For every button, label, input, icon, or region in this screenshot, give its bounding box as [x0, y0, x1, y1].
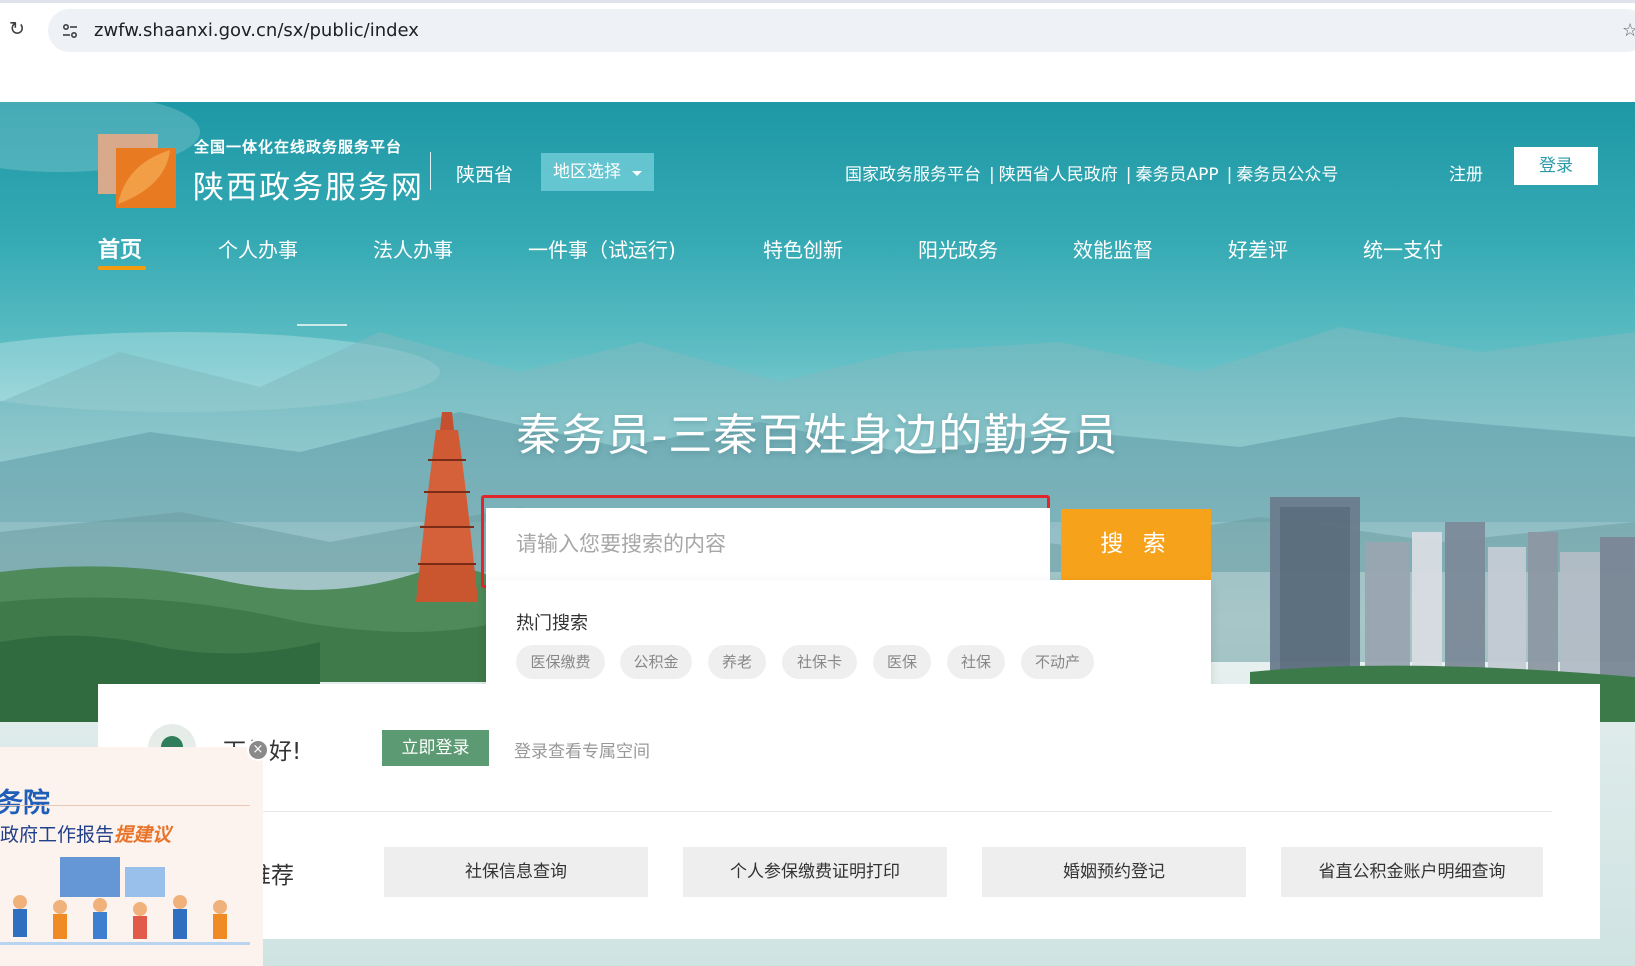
nav-home[interactable]: 首页 — [98, 232, 142, 264]
register-link[interactable]: 注册 — [1449, 160, 1483, 185]
hot-tag-pension[interactable]: 养老 — [708, 645, 766, 679]
hot-tag-social-security-card[interactable]: 社保卡 — [782, 645, 857, 679]
search-input[interactable] — [486, 508, 1050, 580]
browser-toolbar: ↻ zwfw.shaanxi.gov.cn/sx/public/index ☆ — [0, 0, 1635, 100]
login-now-button[interactable]: 立即登录 — [382, 730, 489, 766]
region-select-label: 地区选择 — [553, 162, 621, 182]
floating-ad-banner[interactable]: 务院 政府工作报告提建议 — [0, 747, 263, 966]
site-settings-icon[interactable] — [60, 21, 80, 41]
top-links: 国家政务服务平台 | 陕西省人民政府 | 秦务员APP | 秦务员公众号 — [845, 160, 1342, 185]
decorative-line — [297, 324, 347, 326]
login-button[interactable]: 登录 — [1514, 147, 1598, 185]
nav-sunshine-affairs[interactable]: 阳光政务 — [918, 234, 998, 263]
hot-tag-medical-insurance[interactable]: 医保 — [873, 645, 931, 679]
separator: | — [1125, 165, 1132, 185]
recommend-housing-fund-detail[interactable]: 省直公积金账户明细查询 — [1281, 847, 1543, 897]
hot-tag-medical-payment[interactable]: 医保缴费 — [516, 645, 605, 679]
separator: | — [1226, 165, 1233, 185]
ad-subtitle-highlight: 提建议 — [114, 824, 172, 846]
site-name[interactable]: 陕西政务服务网 — [193, 162, 424, 207]
nav-unified-payment[interactable]: 统一支付 — [1363, 234, 1443, 263]
tab-strip-edge — [0, 0, 1635, 3]
address-bar[interactable]: zwfw.shaanxi.gov.cn/sx/public/index — [48, 9, 1635, 52]
ad-subtitle: 政府工作报告提建议 — [0, 820, 171, 847]
separator: | — [989, 165, 995, 185]
header-divider — [430, 152, 431, 190]
bookmark-star-icon[interactable]: ☆ — [1622, 20, 1635, 41]
link-provincial-government[interactable]: 陕西省人民政府 — [999, 165, 1118, 185]
browser-window: ↻ zwfw.shaanxi.gov.cn/sx/public/index ☆ — [0, 0, 1635, 966]
ad-divider — [0, 805, 250, 806]
link-national-platform[interactable]: 国家政务服务平台 — [845, 165, 981, 185]
ad-close-icon[interactable]: × — [247, 739, 269, 761]
panel-divider — [148, 811, 1552, 812]
login-tip: 登录查看专属空间 — [514, 742, 650, 762]
recommend-marriage-appointment[interactable]: 婚姻预约登记 — [982, 847, 1246, 897]
people-illustration — [0, 857, 250, 945]
nav-corporate-services[interactable]: 法人办事 — [373, 234, 453, 263]
nav-evaluation[interactable]: 好差评 — [1228, 234, 1288, 263]
reload-icon[interactable]: ↻ — [6, 18, 28, 40]
caret-down-icon — [632, 171, 642, 176]
nav-personal-services[interactable]: 个人办事 — [218, 234, 298, 263]
hero-title: 秦务员-三秦百姓身边的勤务员 — [516, 410, 1119, 461]
nav-efficiency-supervision[interactable]: 效能监督 — [1073, 234, 1153, 263]
hot-tag-social-security[interactable]: 社保 — [947, 645, 1005, 679]
ad-subtitle-prefix: 政府工作报告 — [0, 824, 115, 846]
search-button[interactable]: 搜 索 — [1061, 509, 1211, 580]
nav-special-innovation[interactable]: 特色创新 — [763, 234, 843, 263]
platform-slogan: 全国一体化在线政务服务平台 — [194, 138, 403, 156]
nav-one-thing[interactable]: 一件事（试运行) — [528, 234, 676, 263]
recommend-social-security-query[interactable]: 社保信息查询 — [384, 847, 648, 897]
hot-tag-housing-fund[interactable]: 公积金 — [620, 645, 692, 679]
user-panel: 下午好! 立即登录 登录查看专属空间 推荐 社保信息查询 个人参保缴费证明打印 … — [98, 684, 1600, 939]
link-qinwuyuan-app[interactable]: 秦务员APP — [1135, 165, 1218, 185]
url-text[interactable]: zwfw.shaanxi.gov.cn/sx/public/index — [94, 20, 419, 41]
hot-search-title: 热门搜索 — [516, 613, 588, 634]
recommend-insurance-certificate-print[interactable]: 个人参保缴费证明打印 — [683, 847, 947, 897]
ad-title: 务院 — [0, 788, 50, 819]
nav-active-indicator — [98, 266, 146, 270]
current-province: 陕西省 — [456, 164, 514, 186]
link-qinwuyuan-wechat[interactable]: 秦务员公众号 — [1236, 165, 1338, 185]
region-select-button[interactable]: 地区选择 — [541, 153, 654, 191]
hot-tag-real-estate[interactable]: 不动产 — [1021, 645, 1094, 679]
site-logo[interactable] — [98, 134, 176, 208]
